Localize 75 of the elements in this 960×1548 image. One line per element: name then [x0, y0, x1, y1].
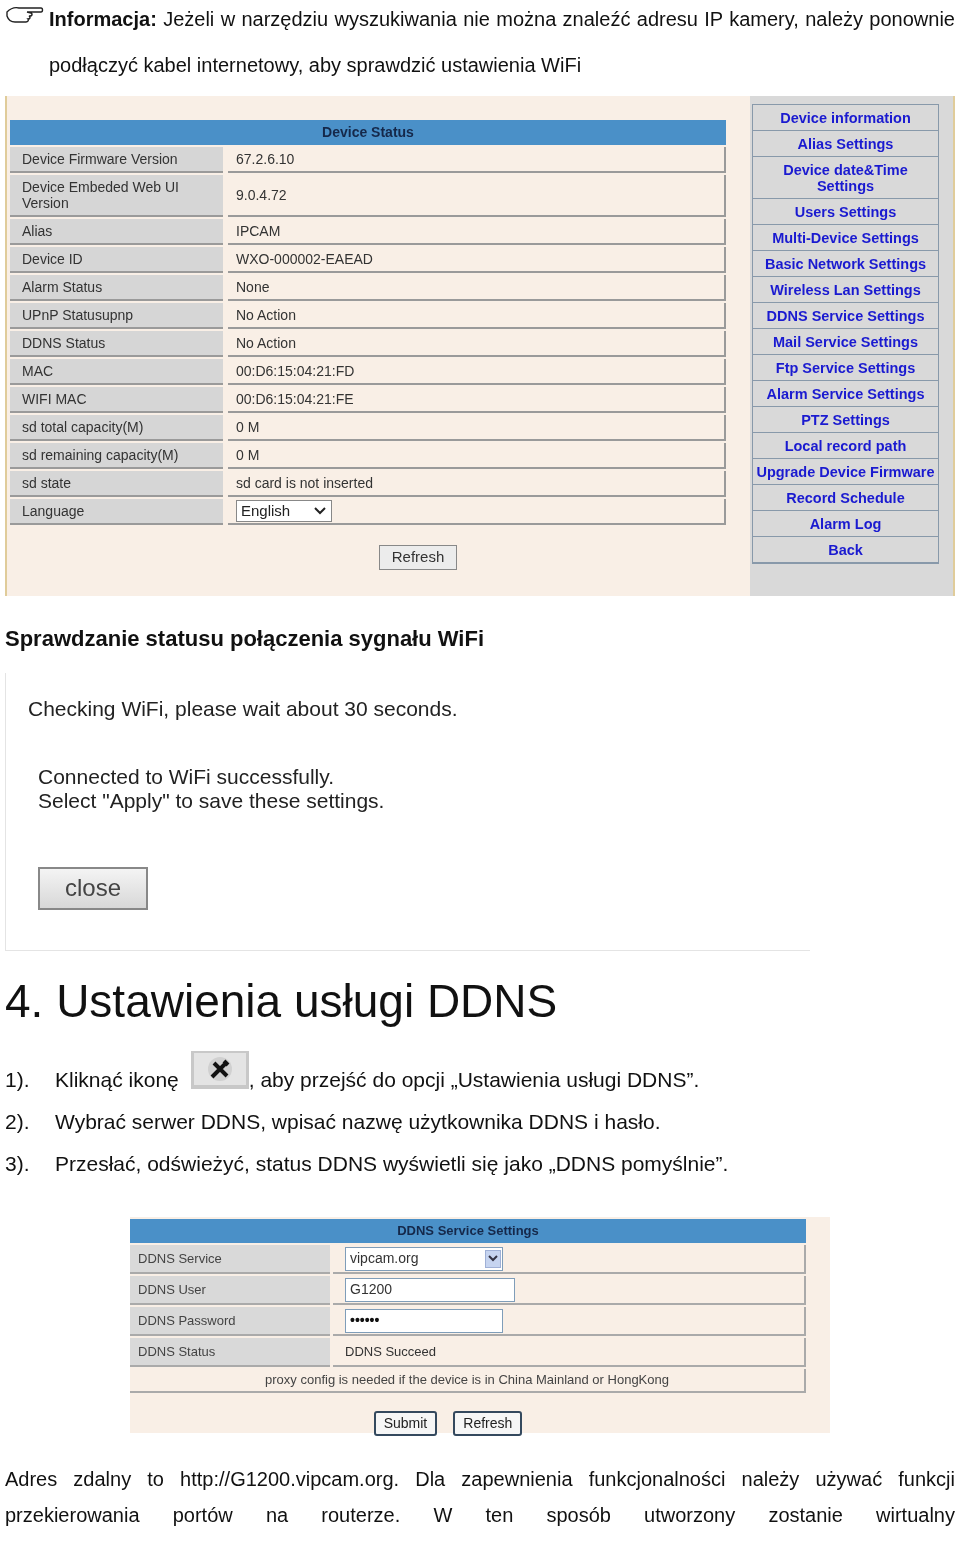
table-header: DDNS Service Settings	[130, 1219, 806, 1243]
field-label: WIFI MAC	[10, 387, 223, 413]
field-label: sd state	[10, 471, 223, 497]
menu-item[interactable]: Local record path	[753, 433, 938, 459]
menu-item[interactable]: Users Settings	[753, 199, 938, 225]
menu-item[interactable]: Alarm Log	[753, 511, 938, 537]
menu-item[interactable]: Basic Network Settings	[753, 251, 938, 277]
service-select[interactable]: vipcam.org	[345, 1246, 503, 1271]
menu-item[interactable]: Multi-Device Settings	[753, 225, 938, 251]
field-label: Device Firmware Version	[10, 147, 223, 173]
chevron-down-icon	[313, 506, 327, 516]
field-label: Alarm Status	[10, 275, 223, 301]
field-label: DDNS User	[130, 1276, 330, 1305]
menu-item[interactable]: Ftp Service Settings	[753, 355, 938, 381]
checking-message: Checking WiFi, please wait about 30 seconds.	[28, 696, 459, 722]
menu-item[interactable]: Device date&Time Settings	[753, 157, 938, 199]
field-label: Device ID	[10, 247, 223, 273]
field-label: sd remaining capacity(M)	[10, 443, 223, 469]
language-select[interactable]: English	[236, 500, 332, 522]
menu-item[interactable]: DDNS Service Settings	[753, 303, 938, 329]
field-value: None	[236, 277, 270, 297]
field-label: sd total capacity(M)	[10, 415, 223, 441]
field-label: DDNS Status	[130, 1338, 330, 1367]
result-message: Select "Apply" to save these settings.	[38, 788, 386, 813]
field-value: No Action	[236, 305, 296, 325]
body-paragraph: Adres zdalny to http://G1200.vipcam.org. Dla zapewnienia funkcjonalności należy używać funkcji przekierowania portów na routerze. W ten sposób utworzony zostanie wirtualny	[5, 1467, 955, 1528]
step-text: , aby przejść do opcji „Ustawienia usługi DDNS”.	[248, 1067, 700, 1093]
step-text: Przesłać, odświeżyć, status DDNS wyświetli się jako „DDNS pomyślnie”.	[55, 1151, 729, 1177]
password-input[interactable]: ••••••	[345, 1308, 503, 1333]
chevron-down-icon	[488, 1255, 498, 1262]
menu-item[interactable]: Device information	[753, 105, 938, 131]
pointing-hand-icon	[5, 4, 45, 26]
user-input[interactable]: G1200	[345, 1277, 515, 1302]
proxy-notice: proxy config is needed if the device is in China Mainland or HongKong	[130, 1369, 806, 1393]
field-value: 0 M	[236, 417, 260, 437]
step-text: Kliknąć ikonę	[55, 1067, 179, 1093]
field-value: sd card is not inserted	[236, 473, 373, 493]
field-label: UPnP Statusupnp	[10, 303, 223, 329]
step-number: 3).	[5, 1151, 31, 1177]
result-message: Connected to WiFi successfully.	[38, 764, 336, 789]
field-value: 9.0.4.72	[236, 185, 287, 205]
step-number: 2).	[5, 1109, 31, 1135]
section-heading: 4. Ustawienia usługi DDNS	[5, 974, 559, 1029]
field-value: WXO-000002-EAEAD	[236, 249, 373, 269]
menu-item[interactable]: Upgrade Device Firmware	[753, 459, 938, 485]
menu-item[interactable]: Back	[753, 537, 938, 563]
field-value: IPCAM	[236, 221, 281, 241]
form-button[interactable]: Refresh	[453, 1411, 523, 1436]
menu-item[interactable]: Mail Service Settings	[753, 329, 938, 355]
field-label: DDNS Status	[10, 331, 223, 357]
form-button[interactable]: Submit	[373, 1411, 438, 1436]
field-label: Device Embeded Web UI Version	[10, 175, 223, 217]
field-label: Language	[10, 499, 223, 525]
menu-item[interactable]: Alarm Service Settings	[753, 381, 938, 407]
field-label: MAC	[10, 359, 223, 385]
section-subheading: Sprawdzanie statusu połączenia sygnału WiFi	[5, 625, 485, 653]
refresh-button[interactable]: Refresh	[378, 545, 458, 570]
close-button[interactable]: close	[38, 866, 148, 910]
menu-item[interactable]: Alias Settings	[753, 131, 938, 157]
field-value: 00:D6:15:04:21:FD	[236, 361, 355, 381]
field-value: 0 M	[236, 445, 260, 465]
menu-item[interactable]: PTZ Settings	[753, 407, 938, 433]
menu-item[interactable]: Record Schedule	[753, 485, 938, 511]
field-value: DDNS Succeed	[345, 1342, 437, 1361]
field-label: DDNS Password	[130, 1307, 330, 1336]
step-text: Wybrać serwer DDNS, wpisać nazwę użytkownika DDNS i hasło.	[55, 1109, 661, 1135]
field-label: Alias	[10, 219, 223, 245]
field-label: DDNS Service	[130, 1245, 330, 1274]
step-number: 1).	[5, 1067, 31, 1093]
table-header: Device Status	[10, 120, 726, 145]
info-paragraph: Informacja: Jeżeli w narzędziu wyszukiwania nie można znaleźć adresu IP kamery, należy ponownie podłączyć kabel internetowy, aby sprawdzić ustawienia WiFi	[49, 7, 955, 78]
field-value: No Action	[236, 333, 296, 353]
menu-item[interactable]: Wireless Lan Settings	[753, 277, 938, 303]
field-value: 67.2.6.10	[236, 149, 295, 169]
field-value: 00:D6:15:04:21:FE	[236, 389, 354, 409]
